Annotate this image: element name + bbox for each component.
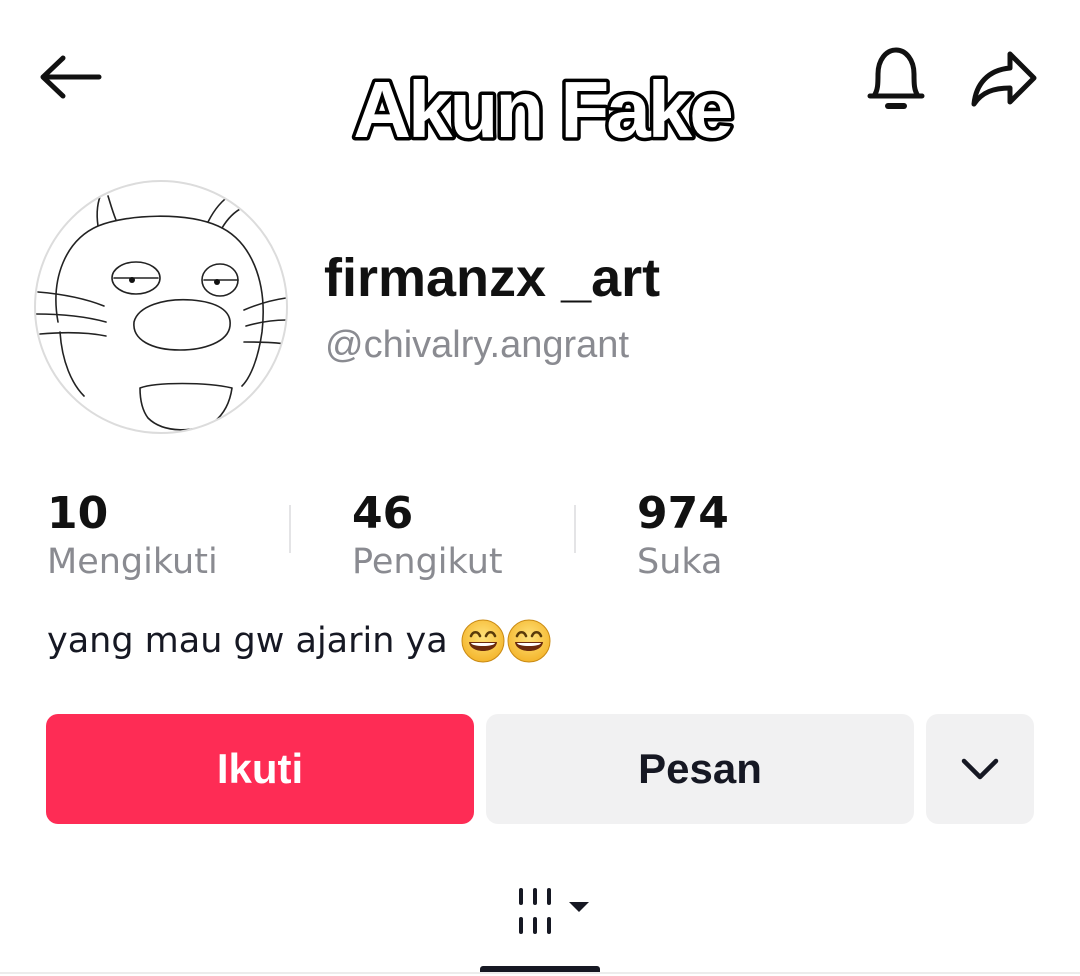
display-name: firmanzx _art [324,248,661,308]
caret-down-icon [569,902,589,912]
overlay-title-text: Akun Fake [353,65,731,154]
share-icon [971,51,1037,107]
stat-following[interactable]: 10 Mengikuti [47,488,277,588]
more-options-button[interactable] [926,714,1034,824]
bio: yang mau gw ajarin ya [47,616,552,666]
following-label: Mengikuti [47,542,218,582]
stat-divider [574,505,576,553]
bio-text: yang mau gw ajarin ya [47,621,448,661]
likes-count: 974 [637,488,729,539]
likes-label: Suka [637,542,723,582]
stat-likes[interactable]: 974 Suka [637,488,837,588]
grinning-face-emoji-icon [461,619,505,663]
arrow-left-icon [40,55,102,99]
avatar[interactable] [34,180,288,434]
followers-count: 46 [352,488,414,539]
back-button[interactable] [34,44,108,110]
cartoon-cat-avatar [36,191,286,431]
message-button[interactable]: Pesan [486,714,914,824]
bell-icon [867,47,925,109]
share-button[interactable] [962,44,1046,114]
tab-videos[interactable] [500,880,600,946]
grid-videos-icon [519,888,551,934]
stat-followers[interactable]: 46 Pengikut [352,488,562,588]
following-count: 10 [47,488,109,539]
tab-bar-divider [0,972,1080,974]
overlay-title: Akun Fake [350,62,738,158]
grinning-face-emoji-icon [507,619,551,663]
followers-label: Pengikut [352,542,503,582]
chevron-down-icon [961,758,999,780]
stat-divider [289,505,291,553]
username: @chivalry.angrant [325,324,629,366]
notification-bell-button[interactable] [858,40,934,116]
follow-button[interactable]: Ikuti [46,714,474,824]
